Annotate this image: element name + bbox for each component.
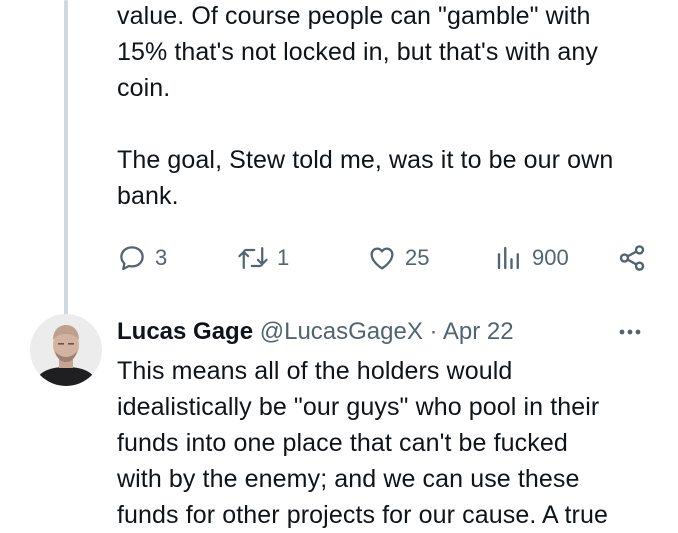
views-count: 900 xyxy=(532,245,569,270)
tweet-text: This means all of the holders would idea… xyxy=(117,357,608,529)
author-handle[interactable]: @LucasGageX xyxy=(260,318,423,345)
thread-connector-line xyxy=(64,0,68,318)
avatar[interactable] xyxy=(30,314,102,386)
tweet-action-bar: 3 1 25 900 xyxy=(117,242,647,274)
retweet-count: 1 xyxy=(277,245,290,270)
like-button[interactable]: 25 xyxy=(367,242,429,274)
more-options-button[interactable] xyxy=(612,318,648,346)
more-icon xyxy=(619,329,641,335)
reply-icon xyxy=(120,246,144,271)
views-icon xyxy=(497,246,519,270)
tweet-text: value. Of course people can "gamble" wit… xyxy=(117,2,614,210)
retweet-button[interactable]: 1 xyxy=(237,242,289,274)
share-icon xyxy=(619,245,645,271)
reply-button[interactable]: 3 xyxy=(117,242,167,274)
reply-count: 3 xyxy=(155,245,168,270)
author-name[interactable]: Lucas Gage xyxy=(117,318,253,345)
like-count: 25 xyxy=(405,245,430,270)
heart-icon xyxy=(370,247,394,270)
retweet-icon xyxy=(238,247,268,269)
share-button[interactable] xyxy=(617,242,647,274)
avatar-image xyxy=(30,314,102,386)
tweet-date[interactable]: Apr 22 xyxy=(443,318,514,345)
separator-dot: · xyxy=(429,318,438,345)
views-button[interactable]: 900 xyxy=(494,242,569,274)
tweet-header: Lucas Gage @LucasGageX · Apr 22 xyxy=(117,314,647,350)
